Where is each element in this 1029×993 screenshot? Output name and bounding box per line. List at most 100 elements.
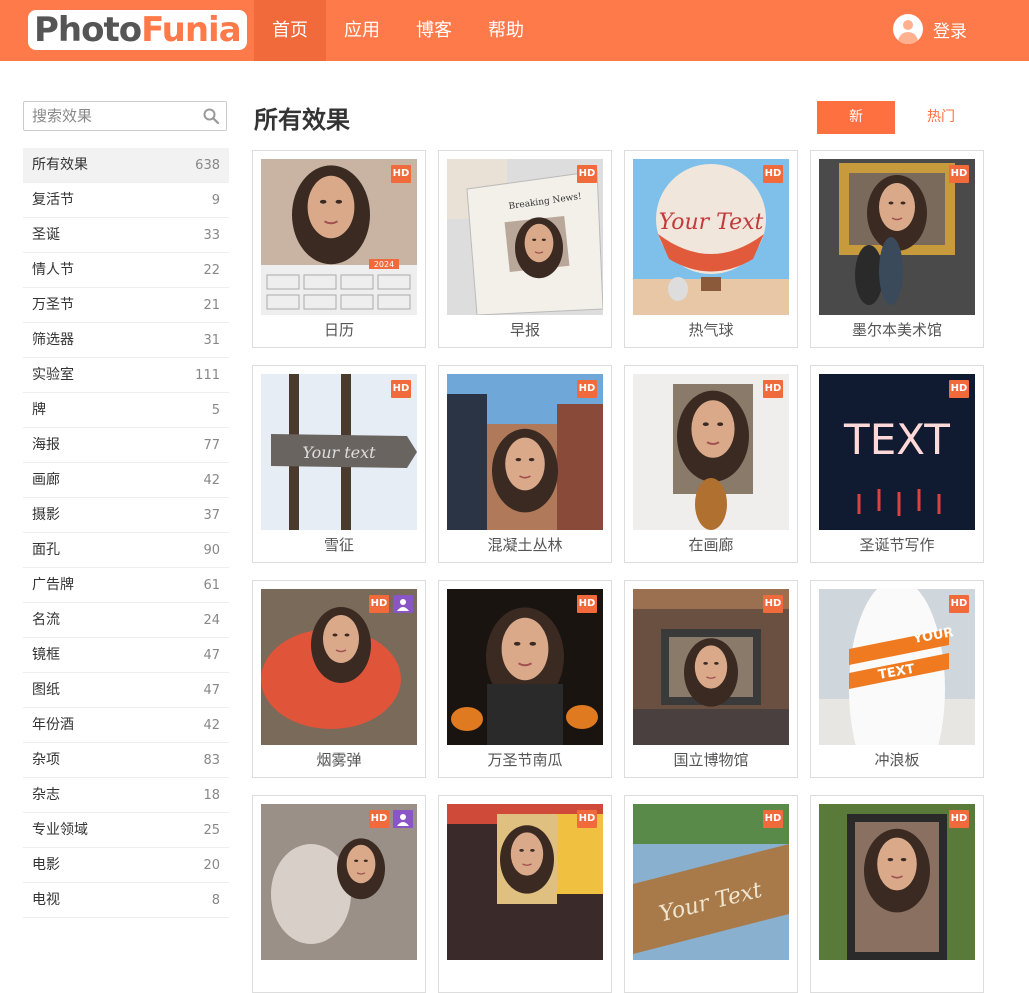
effect-card[interactable]: TEXT HD 圣诞节写作 [810, 365, 984, 563]
category-item[interactable]: 杂项 83 [23, 743, 229, 778]
hd-badge: HD [369, 810, 389, 828]
logo-photo-text: Photo [34, 10, 142, 50]
effect-thumbnail: HD [447, 374, 603, 530]
category-item[interactable]: 所有效果 638 [23, 148, 229, 183]
login-button[interactable]: 登录 [893, 14, 967, 44]
effect-label: 在画廊 [688, 536, 734, 554]
user-icon [393, 595, 413, 613]
effect-card[interactable]: Your Text HD 热气球 [624, 150, 798, 348]
category-item[interactable]: 筛选器 31 [23, 323, 229, 358]
effect-card[interactable]: HD [438, 795, 612, 993]
category-count: 25 [203, 823, 220, 838]
category-label: 镜框 [32, 647, 60, 663]
effect-card[interactable]: HD 在画廊 [624, 365, 798, 563]
search-input[interactable] [24, 102, 210, 130]
category-label: 海报 [32, 437, 60, 453]
effect-card[interactable]: Your text HD 雪征 [252, 365, 426, 563]
search-icon[interactable] [203, 108, 219, 124]
category-item[interactable]: 面孔 90 [23, 533, 229, 568]
effect-card[interactable]: HD 万圣节南瓜 [438, 580, 612, 778]
category-item[interactable]: 万圣节 21 [23, 288, 229, 323]
effect-thumbnail: Your Text HD [633, 159, 789, 315]
category-count: 20 [203, 858, 220, 873]
category-label: 面孔 [32, 542, 60, 558]
effect-card[interactable]: HD [810, 795, 984, 993]
hd-badge: HD [391, 380, 411, 398]
effect-label: 热气球 [688, 321, 734, 339]
category-item[interactable]: 年份酒 42 [23, 708, 229, 743]
category-label: 牌 [32, 402, 46, 418]
category-item[interactable]: 镜框 47 [23, 638, 229, 673]
hd-badge: HD [763, 595, 783, 613]
nav-home[interactable]: 首页 [254, 0, 326, 61]
effect-label: 墨尔本美术馆 [851, 321, 942, 339]
category-item[interactable]: 专业领域 25 [23, 813, 229, 848]
category-count: 9 [211, 193, 220, 208]
effect-thumbnail: HD [261, 589, 417, 745]
effect-label: 日历 [323, 321, 354, 339]
category-label: 电影 [32, 857, 60, 873]
effect-thumbnail: 2024 HD [261, 159, 417, 315]
effect-card[interactable]: HD 墨尔本美术馆 [810, 150, 984, 348]
category-count: 24 [203, 613, 220, 628]
effect-thumbnail: HD [633, 589, 789, 745]
login-label: 登录 [933, 21, 967, 42]
hd-badge: HD [949, 595, 969, 613]
category-item[interactable]: 海报 77 [23, 428, 229, 463]
category-label: 万圣节 [32, 297, 74, 313]
effect-card[interactable]: Breaking News! HD 早报 [438, 150, 612, 348]
category-item[interactable]: 名流 24 [23, 603, 229, 638]
category-label: 筛选器 [32, 332, 74, 348]
category-item[interactable]: 摄影 37 [23, 498, 229, 533]
category-item[interactable]: 复活节 9 [23, 183, 229, 218]
category-label: 摄影 [32, 507, 60, 523]
effect-card[interactable]: HD 国立博物馆 [624, 580, 798, 778]
category-item[interactable]: 情人节 22 [23, 253, 229, 288]
sort-new-button[interactable]: 新 [817, 101, 895, 134]
category-label: 年份酒 [32, 717, 74, 733]
category-count: 18 [203, 788, 220, 803]
category-item[interactable]: 画廊 42 [23, 463, 229, 498]
hd-badge: HD [763, 810, 783, 828]
effect-card[interactable]: HD 烟雾弹 [252, 580, 426, 778]
category-item[interactable]: 杂志 18 [23, 778, 229, 813]
effect-card[interactable]: 2024 HD 日历 [252, 150, 426, 348]
nav-apps[interactable]: 应用 [326, 0, 398, 61]
category-item[interactable]: 牌5 [23, 393, 229, 428]
hd-badge: HD [763, 380, 783, 398]
category-label: 画廊 [32, 472, 60, 488]
user-avatar-icon [893, 14, 923, 44]
category-item[interactable]: 电影 20 [23, 848, 229, 883]
logo-funia-text: Funia [141, 10, 242, 50]
sort-hot-button[interactable]: 热门 [905, 101, 977, 134]
effect-thumbnail: HD [447, 804, 603, 960]
hd-badge: HD [391, 165, 411, 183]
page-title: 所有效果 [254, 106, 350, 134]
category-count: 83 [203, 753, 220, 768]
category-count: 33 [203, 228, 220, 243]
category-label: 杂项 [32, 752, 60, 768]
category-label: 圣诞 [32, 227, 60, 243]
category-count: 42 [203, 718, 220, 733]
category-label: 情人节 [32, 262, 74, 278]
category-label: 名流 [32, 612, 60, 628]
effect-thumbnail: HD [633, 374, 789, 530]
category-label: 所有效果 [32, 157, 88, 173]
effect-card[interactable]: YOUR TEXT HD 冲浪板 [810, 580, 984, 778]
category-item[interactable]: 广告牌 61 [23, 568, 229, 603]
category-item[interactable]: 图纸 47 [23, 673, 229, 708]
effect-card[interactable]: HD [252, 795, 426, 993]
effect-card[interactable]: Your Text HD [624, 795, 798, 993]
category-item[interactable]: 圣诞 33 [23, 218, 229, 253]
effect-thumbnail: HD [819, 804, 975, 960]
category-count: 61 [203, 578, 220, 593]
photofunia-logo[interactable]: Photo Funia [28, 8, 247, 52]
category-item[interactable]: 电视 8 [23, 883, 229, 918]
hd-badge: HD [369, 595, 389, 613]
category-item[interactable]: 实验室 111 [23, 358, 229, 393]
nav-help[interactable]: 帮助 [470, 0, 542, 61]
nav-blog[interactable]: 博客 [398, 0, 470, 61]
effect-card[interactable]: HD 混凝土丛林 [438, 365, 612, 563]
user-icon [393, 810, 413, 828]
hd-badge: HD [763, 165, 783, 183]
